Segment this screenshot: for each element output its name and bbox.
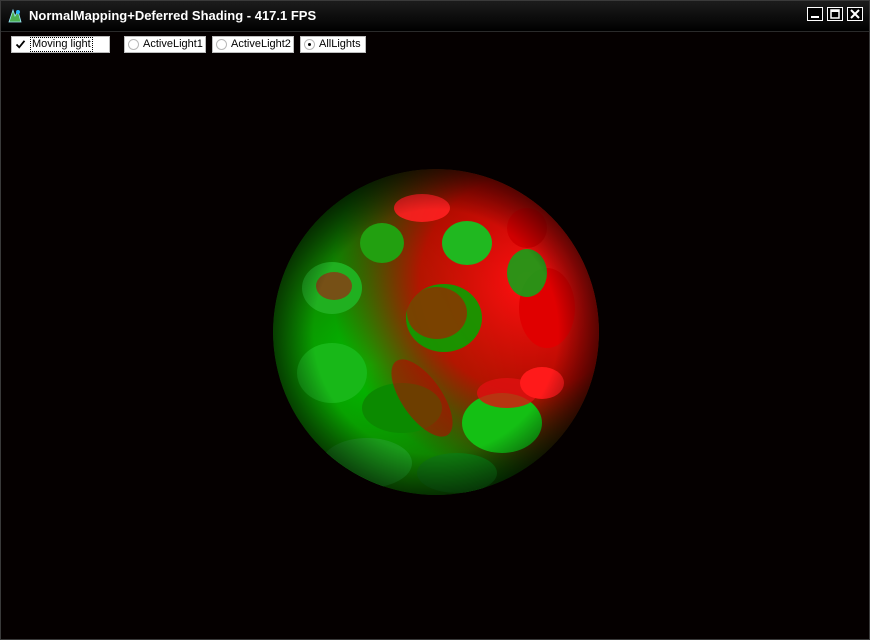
close-button[interactable] (847, 7, 863, 21)
title-bar[interactable]: NormalMapping+Deferred Shading - 417.1 F… (1, 1, 869, 32)
app-window: NormalMapping+Deferred Shading - 417.1 F… (0, 0, 870, 640)
normal-mapped-sphere (273, 169, 599, 495)
maximize-button[interactable] (827, 7, 843, 21)
render-viewport[interactable] (1, 32, 869, 639)
all-lights-label: AllLights (319, 38, 361, 50)
maximize-icon (830, 9, 840, 19)
app-logo-icon (8, 8, 22, 23)
active-light1-label: ActiveLight1 (143, 38, 203, 50)
radio-unselected-icon (216, 39, 227, 50)
checkmark-icon (15, 40, 26, 49)
radio-unselected-icon (128, 39, 139, 50)
active-light1-radio[interactable]: ActiveLight1 (124, 36, 206, 53)
active-light2-label: ActiveLight2 (231, 38, 291, 50)
moving-light-label: Moving light (30, 37, 93, 52)
active-light2-radio[interactable]: ActiveLight2 (212, 36, 294, 53)
minimize-icon (811, 16, 819, 18)
all-lights-radio[interactable]: AllLights (300, 36, 366, 53)
minimize-button[interactable] (807, 7, 823, 21)
close-icon (850, 9, 860, 19)
window-title: NormalMapping+Deferred Shading - 417.1 F… (29, 8, 317, 23)
moving-light-checkbox[interactable]: Moving light (11, 36, 110, 53)
radio-selected-icon (304, 39, 315, 50)
